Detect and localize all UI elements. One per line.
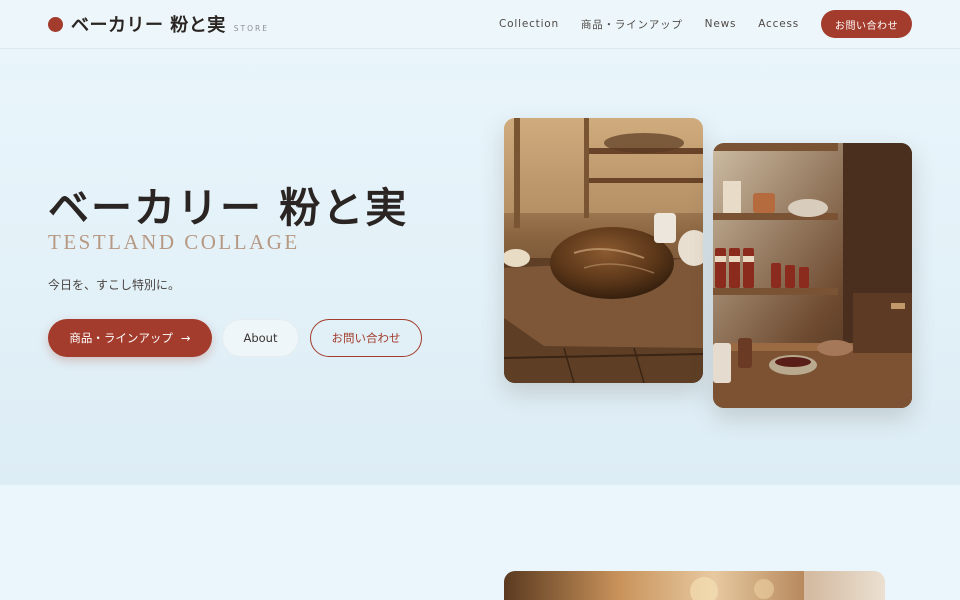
lineup-button-label: 商品・ラインアップ [69,331,173,345]
next-section [0,485,960,600]
about-button[interactable]: About [222,319,299,357]
nav-link-lineup[interactable]: 商品・ラインアップ [581,17,683,32]
nav-link-news[interactable]: News [705,18,737,30]
lineup-button[interactable]: 商品・ラインアップ → [48,319,212,357]
hero-subtitle: TESTLAND COLLAGE [48,230,300,254]
logo-title: ベーカリー 粉と実 [71,15,226,36]
main-nav: Collection 商品・ラインアップ News Access お問い合わせ [477,10,912,38]
hero-section: ベーカリー 粉と実 TESTLAND COLLAGE 今日を、すこし特別に。 商… [0,49,960,485]
hero-title: ベーカリー 粉と実 [48,184,409,232]
site-header: ベーカリー 粉と実 STORE Collection 商品・ラインアップ New… [0,0,960,49]
interior-photo [504,571,885,600]
nav-link-access[interactable]: Access [758,18,799,30]
hero-contact-button[interactable]: お問い合わせ [310,319,422,357]
pantry-shelf-photo [713,143,912,408]
logo-subtitle: STORE [233,23,269,33]
bread-photo [504,118,703,383]
site-logo[interactable]: ベーカリー 粉と実 STORE [48,11,269,37]
arrow-right-icon: → [180,331,191,345]
contact-button[interactable]: お問い合わせ [821,10,912,38]
nav-link-collection[interactable]: Collection [499,18,559,30]
logo-dot-icon [48,16,63,32]
hero-tagline: 今日を、すこし特別に。 [48,278,181,292]
